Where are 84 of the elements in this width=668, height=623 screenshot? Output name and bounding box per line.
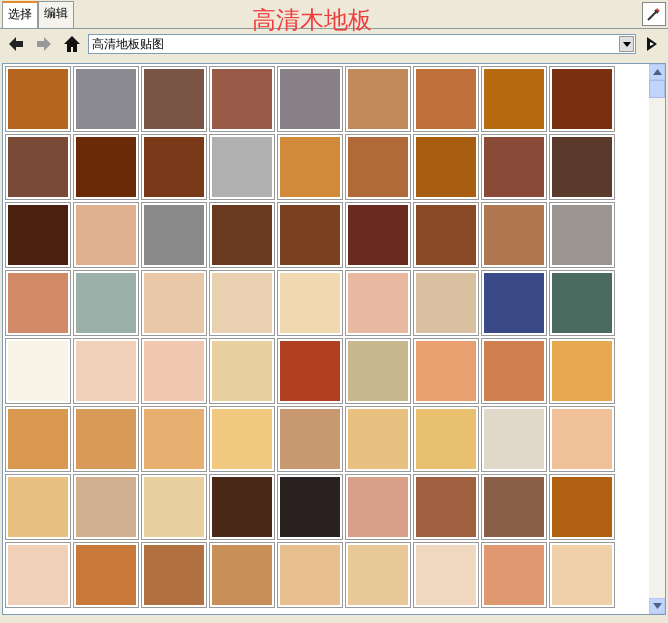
material-swatch[interactable] (482, 543, 546, 607)
material-swatch[interactable] (210, 135, 274, 199)
material-swatch[interactable] (210, 543, 274, 607)
material-swatch[interactable] (142, 203, 206, 267)
down-arrow-icon (652, 603, 662, 609)
material-swatch[interactable] (278, 475, 342, 539)
material-swatch[interactable] (482, 67, 546, 131)
material-swatch[interactable] (346, 543, 410, 607)
material-swatch[interactable] (6, 339, 70, 403)
material-swatch[interactable] (346, 67, 410, 131)
material-swatch[interactable] (6, 543, 70, 607)
material-swatch[interactable] (346, 271, 410, 335)
collection-dropdown[interactable]: 高清地板贴图 (88, 34, 636, 54)
material-swatch[interactable] (550, 339, 614, 403)
material-swatch[interactable] (550, 203, 614, 267)
material-swatch[interactable] (346, 407, 410, 471)
material-swatch[interactable] (74, 407, 138, 471)
material-swatch[interactable] (346, 135, 410, 199)
material-swatch[interactable] (482, 203, 546, 267)
up-arrow-icon (652, 69, 662, 75)
material-swatch[interactable] (74, 339, 138, 403)
material-swatch[interactable] (74, 475, 138, 539)
scroll-up-button[interactable] (649, 64, 665, 80)
material-swatch[interactable] (414, 135, 478, 199)
material-swatch[interactable] (550, 135, 614, 199)
material-swatch[interactable] (278, 339, 342, 403)
tab[interactable]: 选择 (2, 1, 38, 28)
material-swatch[interactable] (210, 339, 274, 403)
material-swatch[interactable] (6, 407, 70, 471)
material-swatch[interactable] (210, 271, 274, 335)
material-swatch[interactable] (142, 271, 206, 335)
material-swatch[interactable] (6, 135, 70, 199)
material-swatch[interactable] (278, 543, 342, 607)
material-swatch[interactable] (346, 339, 410, 403)
material-swatch[interactable] (6, 271, 70, 335)
material-swatch[interactable] (6, 475, 70, 539)
material-swatch[interactable] (414, 475, 478, 539)
material-swatch[interactable] (482, 271, 546, 335)
material-swatch[interactable] (414, 203, 478, 267)
material-swatch[interactable] (550, 407, 614, 471)
material-swatch[interactable] (550, 475, 614, 539)
material-swatch[interactable] (142, 339, 206, 403)
material-swatch[interactable] (414, 271, 478, 335)
eyedropper-icon[interactable] (642, 2, 666, 26)
material-swatch[interactable] (142, 543, 206, 607)
material-swatch[interactable] (6, 67, 70, 131)
material-swatch[interactable] (74, 67, 138, 131)
material-swatch[interactable] (142, 475, 206, 539)
material-swatch[interactable] (210, 67, 274, 131)
scrollbar[interactable] (649, 64, 665, 614)
scroll-thumb[interactable] (649, 80, 665, 98)
material-swatch[interactable] (346, 475, 410, 539)
material-swatch[interactable] (550, 271, 614, 335)
material-swatch[interactable] (278, 271, 342, 335)
material-swatch[interactable] (414, 407, 478, 471)
material-swatch[interactable] (414, 543, 478, 607)
material-swatch[interactable] (74, 203, 138, 267)
material-swatch[interactable] (142, 67, 206, 131)
material-swatch[interactable] (210, 475, 274, 539)
caret-icon (622, 42, 630, 46)
material-swatch[interactable] (142, 407, 206, 471)
material-swatch[interactable] (278, 203, 342, 267)
material-swatch[interactable] (142, 135, 206, 199)
material-swatch[interactable] (482, 135, 546, 199)
material-swatch[interactable] (278, 135, 342, 199)
material-swatch[interactable] (414, 339, 478, 403)
material-swatch[interactable] (210, 203, 274, 267)
material-swatch[interactable] (278, 67, 342, 131)
material-swatch[interactable] (482, 339, 546, 403)
scroll-down-button[interactable] (649, 598, 665, 614)
tab[interactable]: 编辑 (38, 1, 74, 28)
material-swatch[interactable] (278, 407, 342, 471)
material-swatch[interactable] (482, 475, 546, 539)
material-swatch[interactable] (346, 203, 410, 267)
material-swatch[interactable] (6, 203, 70, 267)
material-swatch[interactable] (210, 407, 274, 471)
material-swatch[interactable] (74, 543, 138, 607)
material-swatch[interactable] (74, 135, 138, 199)
material-swatch[interactable] (74, 271, 138, 335)
material-swatch[interactable] (414, 67, 478, 131)
material-swatch[interactable] (482, 407, 546, 471)
heading: 高清木地板 (252, 6, 372, 34)
material-swatch[interactable] (550, 67, 614, 131)
material-swatch[interactable] (550, 543, 614, 607)
